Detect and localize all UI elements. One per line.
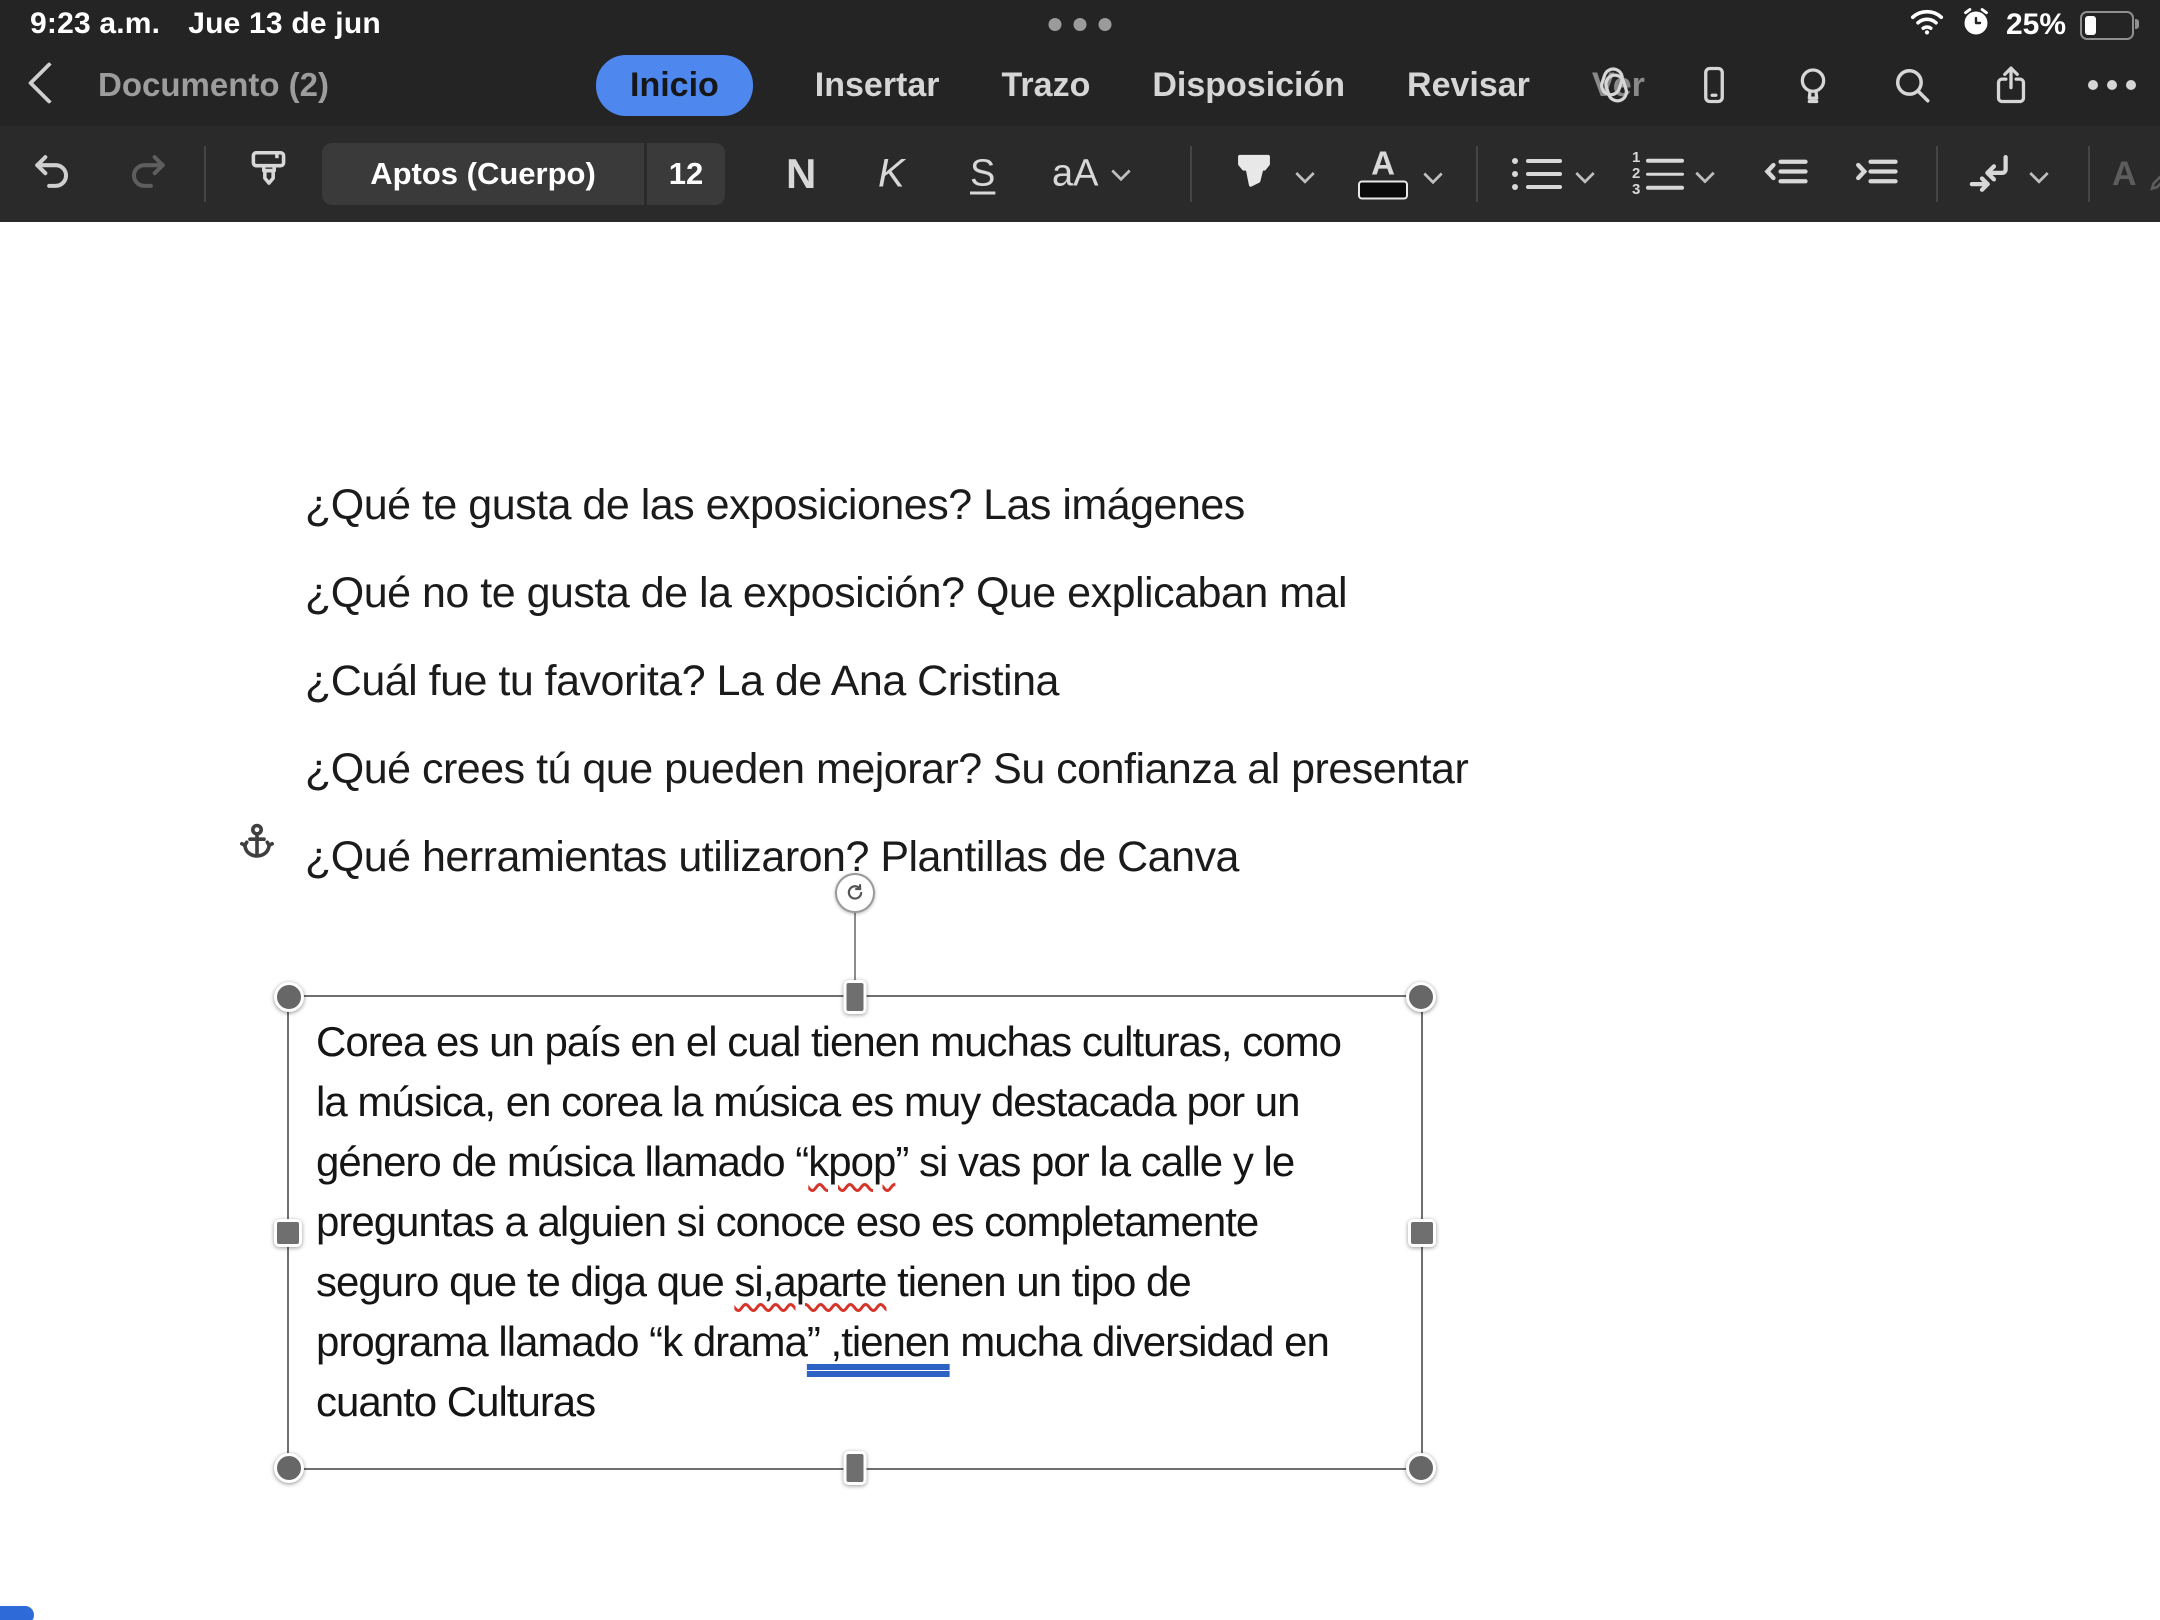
text-segment: la música, en corea la música es muy des… xyxy=(316,1078,1300,1125)
paragraph[interactable]: ¿Cuál fue tu favorita? La de Ana Cristin… xyxy=(305,656,1468,707)
textbox-line: seguro que te diga que si,aparte tienen … xyxy=(316,1252,1341,1312)
text-effects-button[interactable]: aA xyxy=(1052,153,1128,196)
numbered-list-icon: 1 2 3 xyxy=(1632,149,1684,200)
textbox-line: la música, en corea la música es muy des… xyxy=(316,1072,1341,1132)
numbered-list-button[interactable]: 1 2 3 xyxy=(1632,149,1712,200)
battery-percent: 25% xyxy=(2006,8,2066,42)
document-title: Documento (2) xyxy=(98,66,329,104)
app-header: Documento (2) Inicio Insertar Trazo Disp… xyxy=(0,44,2160,126)
status-bar: 9:23 a.m. Jue 13 de jun 25% xyxy=(0,0,2160,44)
word-ipad-screen: 9:23 a.m. Jue 13 de jun 25% xyxy=(0,0,2160,1620)
text-segment: cuanto Culturas xyxy=(316,1378,595,1425)
text-segment: programa llamado “k drama xyxy=(316,1318,807,1365)
highlighter-icon xyxy=(1228,148,1280,200)
grammar-flagged-text: ” ,tienen xyxy=(807,1318,950,1365)
resize-handle-bottom-left[interactable] xyxy=(274,1453,304,1483)
tab-inicio[interactable]: Inicio xyxy=(596,55,753,116)
mobile-view-icon[interactable] xyxy=(1692,63,1736,107)
underline-button[interactable]: S xyxy=(970,153,995,196)
text-segment: tienen un tipo de xyxy=(886,1258,1190,1305)
textbox-line: Corea es un país en el cual tienen mucha… xyxy=(316,1012,1341,1072)
question-paragraphs: ¿Qué te gusta de las exposiciones? Las i… xyxy=(305,480,1468,920)
chevron-down-icon xyxy=(1695,164,1715,184)
resize-handle-top-left[interactable] xyxy=(274,982,304,1012)
selected-textbox[interactable]: Corea es un país en el cual tienen mucha… xyxy=(287,995,1423,1470)
bullet-list-icon xyxy=(1512,158,1562,190)
text-segment: mucha diversidad en xyxy=(950,1318,1329,1365)
more-icon[interactable] xyxy=(2088,80,2136,90)
resize-handle-right[interactable] xyxy=(1408,1219,1436,1247)
multitask-indicator[interactable] xyxy=(1049,18,1112,31)
line-spacing-button[interactable] xyxy=(1964,147,2046,201)
resize-handle-top[interactable] xyxy=(844,980,867,1014)
outdent-button[interactable] xyxy=(1760,146,1812,203)
font-color-icon: A xyxy=(1358,149,1408,200)
text-segment: preguntas a alguien si conoce eso es com… xyxy=(316,1198,1258,1245)
chevron-down-icon xyxy=(1423,164,1443,184)
anchor-icon xyxy=(238,822,276,869)
textbox-line: preguntas a alguien si conoce eso es com… xyxy=(316,1192,1341,1252)
alarm-icon xyxy=(1960,5,1992,45)
bullet-list-button[interactable] xyxy=(1512,158,1592,190)
formatting-toolbar: Aptos (Cuerpo) 12 N K S aA A xyxy=(0,126,2160,222)
font-name-button[interactable]: Aptos (Cuerpo) xyxy=(322,143,644,205)
ribbon-tabs: Inicio Insertar Trazo Disposición Revisa… xyxy=(596,44,1645,126)
tab-trazo[interactable]: Trazo xyxy=(1002,66,1091,105)
redo-icon xyxy=(124,149,170,200)
back-chevron-icon[interactable] xyxy=(28,62,70,104)
resize-handle-left[interactable] xyxy=(274,1219,302,1247)
textbox-line: cuanto Culturas xyxy=(316,1372,1341,1432)
undo-icon[interactable] xyxy=(30,149,76,200)
resize-handle-top-right[interactable] xyxy=(1406,982,1436,1012)
text-segment: Corea es un país en el cual tienen mucha… xyxy=(316,1018,1341,1065)
highlight-color-button[interactable] xyxy=(1228,148,1312,200)
font-size-button[interactable]: 12 xyxy=(647,143,725,205)
copilot-icon[interactable] xyxy=(1591,62,1637,108)
clock: 9:23 a.m. xyxy=(30,7,160,41)
indent-icon xyxy=(1850,146,1902,198)
resize-handle-bottom-right[interactable] xyxy=(1406,1453,1436,1483)
document-canvas[interactable]: ¿Qué te gusta de las exposiciones? Las i… xyxy=(0,222,2160,1620)
textbox-line: género de música llamado “kpop” si vas p… xyxy=(316,1132,1341,1192)
share-icon[interactable] xyxy=(1989,63,2033,107)
bold-button[interactable]: N xyxy=(786,150,816,198)
text-segment: género de música llamado “ xyxy=(316,1138,808,1185)
rotate-handle[interactable] xyxy=(835,873,875,913)
italic-button[interactable]: K xyxy=(878,152,905,197)
lightbulb-icon[interactable] xyxy=(1791,63,1835,107)
line-break-icon xyxy=(1964,147,2018,201)
page-indicator xyxy=(0,1606,34,1620)
text-segment: seguro que te diga que xyxy=(316,1258,734,1305)
paragraph[interactable]: ¿Qué no te gusta de la exposición? Que e… xyxy=(305,568,1468,619)
search-icon[interactable] xyxy=(1890,63,1934,107)
indent-button[interactable] xyxy=(1850,146,1902,203)
outdent-icon xyxy=(1760,146,1812,198)
text-segment: ” si vas por la calle y le xyxy=(895,1138,1294,1185)
date: Jue 13 de jun xyxy=(188,7,381,41)
tab-revisar[interactable]: Revisar xyxy=(1407,66,1530,105)
chevron-down-icon xyxy=(1575,164,1595,184)
textbox-text[interactable]: Corea es un país en el cual tienen mucha… xyxy=(316,1012,1341,1432)
paragraph[interactable]: ¿Qué te gusta de las exposiciones? Las i… xyxy=(305,480,1468,531)
resize-handle-bottom[interactable] xyxy=(844,1451,867,1485)
font-color-button[interactable]: A xyxy=(1358,149,1440,200)
tab-insertar[interactable]: Insertar xyxy=(815,66,940,105)
paragraph[interactable]: ¿Qué crees tú que pueden mejorar? Su con… xyxy=(305,744,1468,795)
tab-disposicion[interactable]: Disposición xyxy=(1152,66,1345,105)
edit-text-button[interactable]: A xyxy=(2112,151,2160,197)
textbox-line: programa llamado “k drama” ,tienen mucha… xyxy=(316,1312,1341,1372)
paragraph[interactable]: ¿Qué herramientas utilizaron? Plantillas… xyxy=(305,832,1468,883)
format-painter-icon[interactable] xyxy=(244,147,294,202)
battery-icon xyxy=(2080,11,2134,40)
chevron-down-icon xyxy=(2029,164,2049,184)
spellcheck-flagged-text: si,aparte xyxy=(734,1258,886,1305)
spellcheck-flagged-text: kpop xyxy=(808,1138,895,1185)
wifi-icon xyxy=(1908,6,1946,44)
chevron-down-icon xyxy=(1295,164,1315,184)
chevron-down-icon xyxy=(1112,161,1132,181)
